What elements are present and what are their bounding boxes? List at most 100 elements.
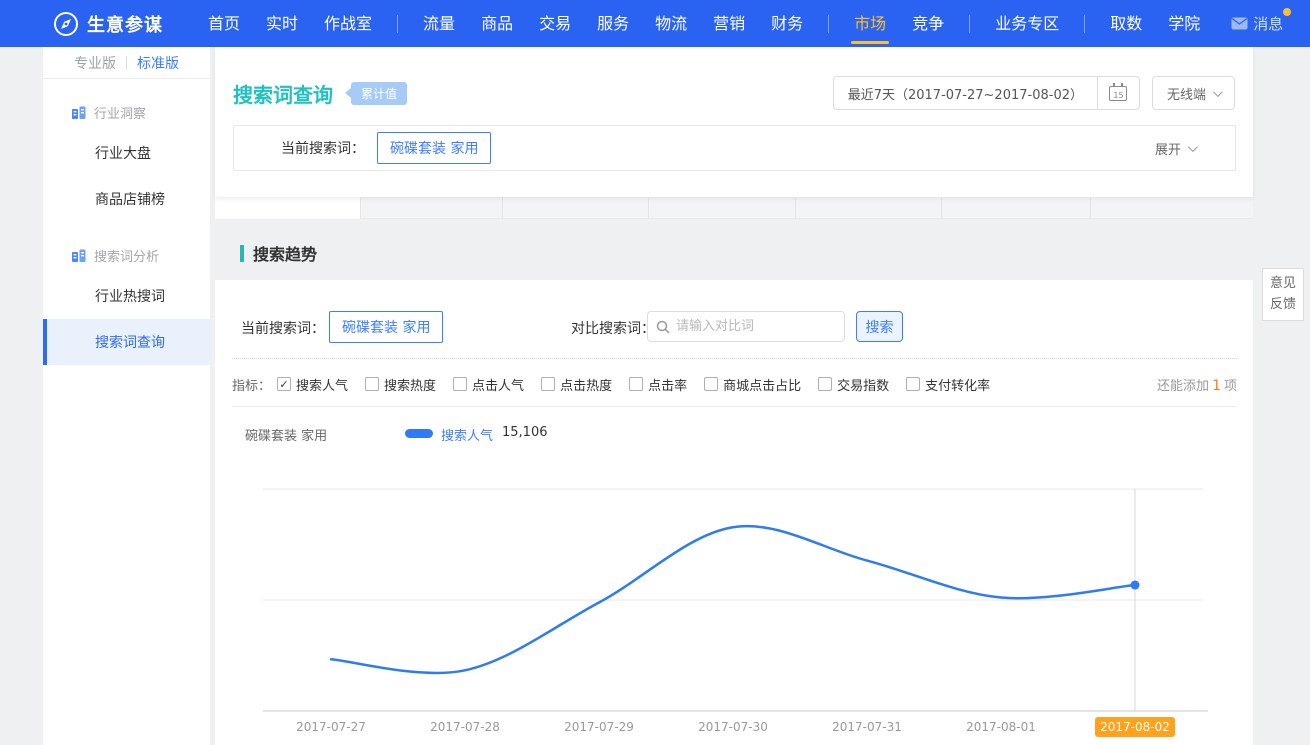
dotted-divider bbox=[232, 358, 1237, 359]
nav-item-业务专区[interactable]: 业务专区 bbox=[995, 0, 1059, 47]
nav-item-商品[interactable]: 商品 bbox=[481, 0, 513, 47]
sidebar-group: 搜索词分析行业热搜词搜索词查询 bbox=[43, 238, 210, 365]
date-range-text[interactable]: 最近7天（2017-07-27~2017-08-02） bbox=[834, 77, 1097, 109]
top-nav-bar: 生意参谋 首页实时作战室 流量商品交易服务物流营销财务 市场竞争 业务专区 取数学院 消… bbox=[0, 0, 1310, 47]
section-marker bbox=[240, 245, 244, 262]
version-switch: 专业版 标准版 bbox=[43, 47, 210, 79]
legend-metric-name[interactable]: 搜索人气 bbox=[441, 425, 493, 444]
search-button[interactable]: 搜索 bbox=[856, 311, 903, 342]
category-icon bbox=[71, 106, 86, 120]
legend-keyword: 碗碟套装 家用 bbox=[245, 425, 327, 444]
feedback-label: 意见反馈 bbox=[1269, 274, 1297, 314]
x-axis-label: 2017-07-31 bbox=[832, 720, 902, 734]
checkbox-icon bbox=[704, 377, 718, 391]
nav-separator bbox=[1084, 15, 1085, 33]
nav-item-服务[interactable]: 服务 bbox=[597, 0, 629, 47]
x-axis-label: 2017-07-30 bbox=[698, 720, 768, 734]
chevron-down-icon bbox=[1213, 87, 1223, 97]
checkbox-icon bbox=[541, 377, 555, 391]
metric-checkbox-点击热度[interactable]: 点击热度 bbox=[541, 375, 612, 394]
notification-dot bbox=[1283, 8, 1291, 16]
brand[interactable]: 生意参谋 bbox=[53, 11, 163, 37]
brand-name: 生意参谋 bbox=[87, 11, 163, 37]
current-word-chip[interactable]: 碗碟套装 家用 bbox=[329, 311, 443, 343]
checkbox-icon bbox=[906, 377, 920, 391]
chevron-down-icon bbox=[1188, 142, 1198, 152]
tab-placeholder[interactable] bbox=[941, 197, 1090, 219]
tab-placeholder[interactable] bbox=[795, 197, 941, 219]
metrics-row: 指标： ✓搜索人气搜索热度点击人气点击热度点击率商城点击占比交易指数支付转化率 … bbox=[232, 372, 1237, 396]
nav-separator bbox=[397, 15, 398, 33]
metric-checkbox-搜索人气[interactable]: ✓搜索人气 bbox=[277, 375, 348, 394]
legend-metric-value: 15,106 bbox=[502, 425, 548, 440]
category-icon bbox=[71, 249, 86, 263]
nav-item-学院[interactable]: 学院 bbox=[1168, 0, 1200, 47]
compare-word-label: 对比搜索词： bbox=[571, 318, 655, 338]
nav-item-实时[interactable]: 实时 bbox=[266, 0, 298, 47]
metric-checkbox-交易指数[interactable]: 交易指数 bbox=[818, 375, 889, 394]
compare-word-input[interactable] bbox=[676, 319, 846, 334]
x-axis-label-highlighted: 2017-08-02 bbox=[1100, 720, 1170, 734]
tab-strip bbox=[215, 197, 1253, 219]
current-word-label: 当前搜索词： bbox=[281, 138, 365, 158]
version-separator bbox=[126, 56, 127, 70]
divider bbox=[232, 406, 1237, 407]
sidebar-item-行业大盘[interactable]: 行业大盘 bbox=[43, 130, 210, 176]
remaining-hint: 还能添加1项 bbox=[1157, 375, 1237, 394]
version-standard[interactable]: 标准版 bbox=[137, 53, 179, 73]
nav-item-营销[interactable]: 营销 bbox=[713, 0, 745, 47]
tab-placeholder[interactable] bbox=[1090, 197, 1253, 219]
tab-placeholder[interactable] bbox=[648, 197, 795, 219]
tab-placeholder[interactable] bbox=[360, 197, 502, 219]
nav-item-市场[interactable]: 市场 bbox=[854, 0, 886, 47]
cumulative-badge: 累计值 bbox=[351, 82, 407, 105]
terminal-dropdown[interactable]: 无线端 bbox=[1152, 76, 1235, 110]
section-header: 搜索趋势 bbox=[240, 241, 317, 265]
sidebar-menu: 行业洞察行业大盘商品店铺榜搜索词分析行业热搜词搜索词查询 bbox=[43, 95, 210, 365]
legend-line-marker bbox=[405, 429, 433, 438]
header-card: 搜索词查询 累计值 最近7天（2017-07-27~2017-08-02） 15… bbox=[215, 47, 1253, 197]
nav-item-流量[interactable]: 流量 bbox=[423, 0, 455, 47]
nav-item-竞争[interactable]: 竞争 bbox=[912, 0, 944, 47]
nav-item-物流[interactable]: 物流 bbox=[655, 0, 687, 47]
nav-item-财务[interactable]: 财务 bbox=[771, 0, 803, 47]
checkbox-icon bbox=[453, 377, 467, 391]
nav-item-首页[interactable]: 首页 bbox=[208, 0, 240, 47]
envelope-icon bbox=[1231, 17, 1248, 30]
metric-checkbox-点击率[interactable]: 点击率 bbox=[629, 375, 687, 394]
calendar-icon: 15 bbox=[1109, 86, 1127, 101]
sidebar-group-header: 搜索词分析 bbox=[43, 238, 210, 273]
sidebar-item-搜索词查询[interactable]: 搜索词查询 bbox=[43, 319, 210, 365]
metric-checkbox-搜索热度[interactable]: 搜索热度 bbox=[365, 375, 436, 394]
x-axis-label: 2017-07-29 bbox=[564, 720, 634, 734]
messages-button[interactable]: 消息 bbox=[1231, 13, 1283, 34]
section-title: 搜索趋势 bbox=[253, 241, 317, 265]
sidebar-group-label: 行业洞察 bbox=[94, 103, 146, 122]
tab-placeholder-active[interactable] bbox=[215, 197, 360, 219]
nav-item-取数[interactable]: 取数 bbox=[1110, 0, 1142, 47]
checkbox-icon bbox=[629, 377, 643, 391]
metric-checkbox-支付转化率[interactable]: 支付转化率 bbox=[906, 375, 990, 394]
sidebar-item-商品店铺榜[interactable]: 商品店铺榜 bbox=[43, 176, 210, 222]
metric-list: ✓搜索人气搜索热度点击人气点击热度点击率商城点击占比交易指数支付转化率 bbox=[277, 375, 1007, 394]
current-search-word-box: 当前搜索词： 碗碟套装 家用 展开 bbox=[233, 125, 1236, 171]
feedback-button[interactable]: 意见反馈 bbox=[1262, 268, 1304, 321]
calendar-button[interactable]: 15 bbox=[1097, 77, 1139, 109]
chart-legend: 碗碟套装 家用 搜索人气 15,106 bbox=[215, 422, 1253, 444]
current-word-chip[interactable]: 碗碟套装 家用 bbox=[377, 132, 491, 164]
search-trend-chart[interactable]: 2017-07-272017-07-282017-07-292017-07-30… bbox=[215, 485, 1253, 745]
nav-item-交易[interactable]: 交易 bbox=[539, 0, 571, 47]
date-range-picker[interactable]: 最近7天（2017-07-27~2017-08-02） 15 bbox=[833, 76, 1140, 110]
tab-placeholder[interactable] bbox=[502, 197, 648, 219]
metric-checkbox-点击人气[interactable]: 点击人气 bbox=[453, 375, 524, 394]
version-pro[interactable]: 专业版 bbox=[74, 53, 116, 73]
nav-item-作战室[interactable]: 作战室 bbox=[324, 0, 372, 47]
compass-logo-icon bbox=[53, 11, 79, 37]
metric-checkbox-商城点击占比[interactable]: 商城点击占比 bbox=[704, 375, 801, 394]
sidebar: 专业版 标准版 行业洞察行业大盘商品店铺榜搜索词分析行业热搜词搜索词查询 bbox=[43, 47, 210, 745]
terminal-label: 无线端 bbox=[1167, 84, 1206, 103]
expand-button[interactable]: 展开 bbox=[1155, 139, 1195, 158]
nav-menu: 首页实时作战室 流量商品交易服务物流营销财务 市场竞争 业务专区 取数学院 bbox=[195, 0, 1213, 47]
sidebar-item-行业热搜词[interactable]: 行业热搜词 bbox=[43, 273, 210, 319]
sidebar-group: 行业洞察行业大盘商品店铺榜 bbox=[43, 95, 210, 222]
